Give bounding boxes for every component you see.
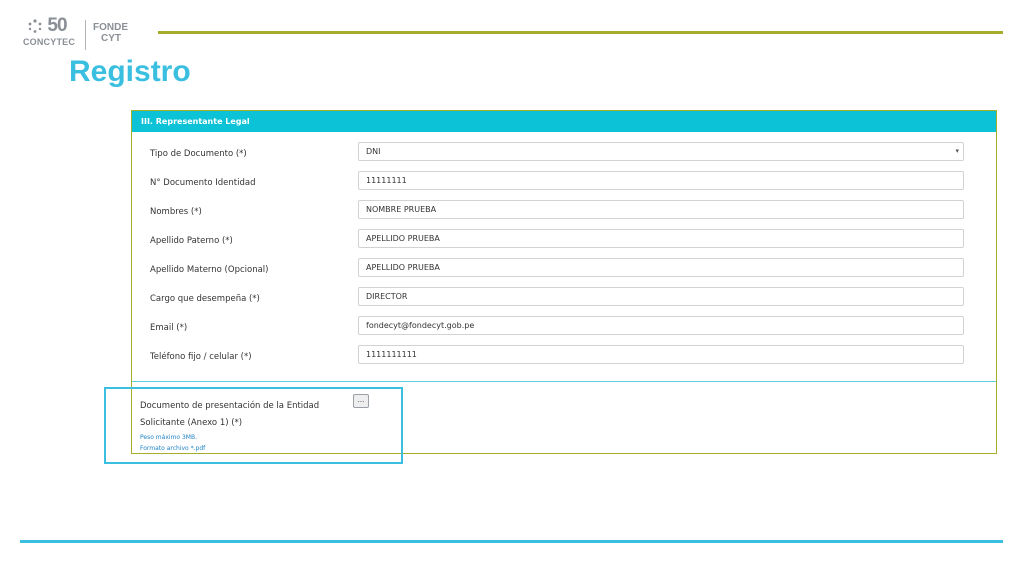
- email-input[interactable]: fondecyt@fondecyt.gob.pe: [358, 316, 964, 335]
- field-label-nombres: Nombres (*): [150, 207, 202, 217]
- apellido-paterno-input[interactable]: APELLIDO PRUEBA: [358, 229, 964, 248]
- apellido-materno-input[interactable]: APELLIDO PRUEBA: [358, 258, 964, 277]
- concytec-wordmark: CONCYTEC: [22, 37, 76, 47]
- concytec-fondecyt-logo: 50 CONCYTEC FONDE CYT: [20, 16, 135, 54]
- field-label-email: Email (*): [150, 323, 188, 333]
- field-label-tipo-documento: Tipo de Documento (*): [150, 149, 247, 159]
- field-label-apellido-materno: Apellido Materno (Opcional): [150, 265, 269, 275]
- concytec-50-logo: 50 CONCYTEC: [20, 16, 78, 48]
- dots-icon: [28, 19, 42, 33]
- page-title: Registro: [69, 55, 191, 88]
- field-label-telefono: Teléfono fijo / celular (*): [150, 352, 252, 362]
- fondecyt-wordmark: FONDE CYT: [93, 22, 128, 44]
- dropdown-arrow-icon: ▾: [955, 147, 959, 155]
- logo-divider: [85, 20, 86, 50]
- bottom-divider-line: [20, 540, 1003, 543]
- cyt-text: CYT: [101, 33, 121, 44]
- field-label-documento-identidad: N° Documento Identidad: [150, 178, 256, 188]
- tipo-documento-select[interactable]: DNI ▾: [358, 142, 964, 161]
- top-divider-line: [158, 31, 1003, 34]
- tipo-documento-value: DNI: [366, 147, 381, 156]
- documento-identidad-input[interactable]: 11111111: [358, 171, 964, 190]
- section-heading: III. Representante Legal: [132, 111, 996, 132]
- field-label-cargo: Cargo que desempeña (*): [150, 294, 260, 304]
- cargo-input[interactable]: DIRECTOR: [358, 287, 964, 306]
- nombres-input[interactable]: NOMBRE PRUEBA: [358, 200, 964, 219]
- section-separator: [132, 381, 996, 382]
- fonde-text: FONDE: [93, 22, 128, 33]
- telefono-input[interactable]: 1111111111: [358, 345, 964, 364]
- field-label-apellido-paterno: Apellido Paterno (*): [150, 236, 233, 246]
- document-highlight-box: [104, 387, 403, 464]
